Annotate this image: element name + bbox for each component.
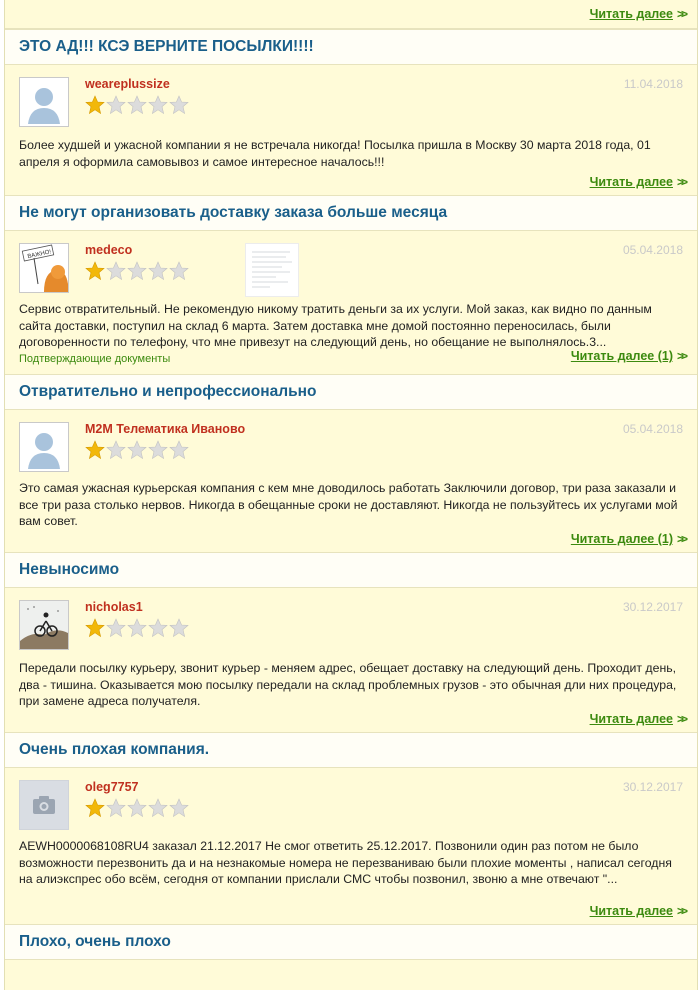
star-empty-icon bbox=[127, 261, 147, 281]
review-date: 05.04.2018 bbox=[622, 243, 683, 257]
double-chevron-icon: >> bbox=[676, 712, 688, 726]
double-chevron-icon: >> bbox=[676, 532, 688, 546]
review-card: ЭТО АД!!! КСЭ ВЕРНИТЕ ПОСЫЛКИ!!!! wearep… bbox=[5, 29, 697, 195]
review-title[interactable]: Очень плохая компания. bbox=[5, 732, 697, 768]
read-more-label: Читать далее bbox=[589, 175, 673, 189]
read-more-link[interactable]: Читать далее >> bbox=[589, 712, 688, 726]
star-empty-icon bbox=[127, 95, 147, 115]
reviews-page: Читать далее >> ЭТО АД!!! КСЭ ВЕРНИТЕ ПОС… bbox=[4, 0, 698, 990]
double-chevron-icon: >> bbox=[676, 349, 688, 363]
review-date: 11.04.2018 bbox=[623, 77, 683, 91]
read-more-link[interactable]: Читать далее >> bbox=[589, 904, 688, 918]
review-body: nicholas1 30.12.2017 Передали посылку ку… bbox=[5, 588, 697, 732]
star-empty-icon bbox=[148, 618, 168, 638]
star-empty-icon bbox=[148, 261, 168, 281]
review-card: Плохо, очень плохо bbox=[5, 924, 697, 990]
rating-stars bbox=[85, 261, 190, 281]
camera-placeholder-avatar[interactable] bbox=[19, 780, 69, 830]
star-empty-icon bbox=[127, 618, 147, 638]
author-link[interactable]: oleg7757 bbox=[85, 780, 139, 794]
double-chevron-icon: >> bbox=[676, 7, 688, 21]
author-link[interactable]: medeco bbox=[85, 243, 132, 257]
read-more-label: Читать далее bbox=[589, 712, 673, 726]
star-filled-icon bbox=[85, 618, 105, 638]
star-empty-icon bbox=[106, 261, 126, 281]
read-more-label: Читать далее bbox=[589, 7, 673, 21]
star-empty-icon bbox=[127, 440, 147, 460]
review-title[interactable]: Невыносимо bbox=[5, 552, 697, 588]
star-empty-icon bbox=[148, 440, 168, 460]
review-title[interactable]: Плохо, очень плохо bbox=[5, 924, 697, 960]
star-empty-icon bbox=[106, 798, 126, 818]
read-more-link[interactable]: Читать далее (1) >> bbox=[570, 349, 688, 363]
review-title[interactable]: Отвратительно и непрофессионально bbox=[5, 374, 697, 410]
review-body: M2M Телематика Иваново 05.04.2018 Это са… bbox=[5, 410, 697, 552]
rating-stars bbox=[85, 618, 190, 638]
review-card: Отвратительно и непрофессионально M2M Те… bbox=[5, 374, 697, 552]
star-filled-icon bbox=[85, 798, 105, 818]
author-link[interactable]: weareplussize bbox=[85, 77, 170, 91]
review-date: 30.12.2017 bbox=[622, 600, 683, 614]
review-card: Невыносимо nicholas1 30.12.2017 Передали… bbox=[5, 552, 697, 732]
star-empty-icon bbox=[106, 95, 126, 115]
review-date: 30.12.2017 bbox=[622, 780, 683, 794]
review-text: Это самая ужасная курьерская компания с … bbox=[19, 481, 678, 528]
author-link[interactable]: nicholas1 bbox=[85, 600, 143, 614]
read-more-label: Читать далее (1) bbox=[570, 349, 673, 363]
star-empty-icon bbox=[106, 440, 126, 460]
star-filled-icon bbox=[85, 261, 105, 281]
review-text: Более худшей и ужасной компании я не вст… bbox=[19, 138, 651, 169]
document-thumbnail[interactable] bbox=[245, 243, 299, 297]
supporting-documents-link[interactable]: Подтверждающие документы bbox=[19, 353, 170, 365]
review-body: ВАЖНО! medeco 05.04.2018 Сервис отвратит… bbox=[5, 231, 697, 374]
double-chevron-icon: >> bbox=[676, 904, 688, 918]
read-more-link[interactable]: Читать далее >> bbox=[589, 175, 688, 189]
review-body: oleg7757 30.12.2017 AEWH0000068108RU4 за… bbox=[5, 768, 697, 924]
read-more-link[interactable]: Читать далее (1) >> bbox=[570, 532, 688, 546]
review-date: 05.04.2018 bbox=[622, 422, 683, 436]
rating-stars bbox=[85, 95, 190, 115]
default-user-avatar[interactable] bbox=[19, 77, 69, 127]
review-card: Очень плохая компания. oleg7757 30.12.20… bbox=[5, 732, 697, 924]
rating-stars bbox=[85, 798, 190, 818]
cat-sign-avatar[interactable]: ВАЖНО! bbox=[19, 243, 69, 293]
star-empty-icon bbox=[148, 95, 168, 115]
camera-icon bbox=[20, 781, 68, 829]
star-empty-icon bbox=[169, 95, 189, 115]
top-read-more-row: Читать далее >> bbox=[5, 0, 697, 29]
star-empty-icon bbox=[169, 618, 189, 638]
review-card: Не могут организовать доставку заказа бо… bbox=[5, 195, 697, 374]
review-body bbox=[5, 960, 697, 990]
star-filled-icon bbox=[85, 440, 105, 460]
author-link[interactable]: M2M Телематика Иваново bbox=[85, 422, 245, 436]
read-more-label: Читать далее bbox=[589, 904, 673, 918]
review-body: weareplussize 11.04.2018 Более худшей и … bbox=[5, 65, 697, 195]
read-more-link[interactable]: Читать далее >> bbox=[589, 7, 688, 21]
star-empty-icon bbox=[169, 261, 189, 281]
star-filled-icon bbox=[85, 95, 105, 115]
review-text: AEWH0000068108RU4 заказал 21.12.2017 Не … bbox=[19, 839, 672, 886]
review-text: Передали посылку курьеру, звонит курьер … bbox=[19, 661, 677, 708]
star-empty-icon bbox=[169, 798, 189, 818]
default-user-avatar[interactable] bbox=[19, 422, 69, 472]
star-empty-icon bbox=[169, 440, 189, 460]
review-title[interactable]: Не могут организовать доставку заказа бо… bbox=[5, 195, 697, 231]
star-empty-icon bbox=[106, 618, 126, 638]
review-title[interactable]: ЭТО АД!!! КСЭ ВЕРНИТЕ ПОСЫЛКИ!!!! bbox=[5, 29, 697, 65]
rating-stars bbox=[85, 440, 190, 460]
double-chevron-icon: >> bbox=[676, 175, 688, 189]
review-text: Сервис отвратительный. Не рекомендую ник… bbox=[19, 302, 652, 349]
bike-photo-avatar[interactable] bbox=[19, 600, 69, 650]
read-more-label: Читать далее (1) bbox=[570, 532, 673, 546]
star-empty-icon bbox=[148, 798, 168, 818]
star-empty-icon bbox=[127, 798, 147, 818]
